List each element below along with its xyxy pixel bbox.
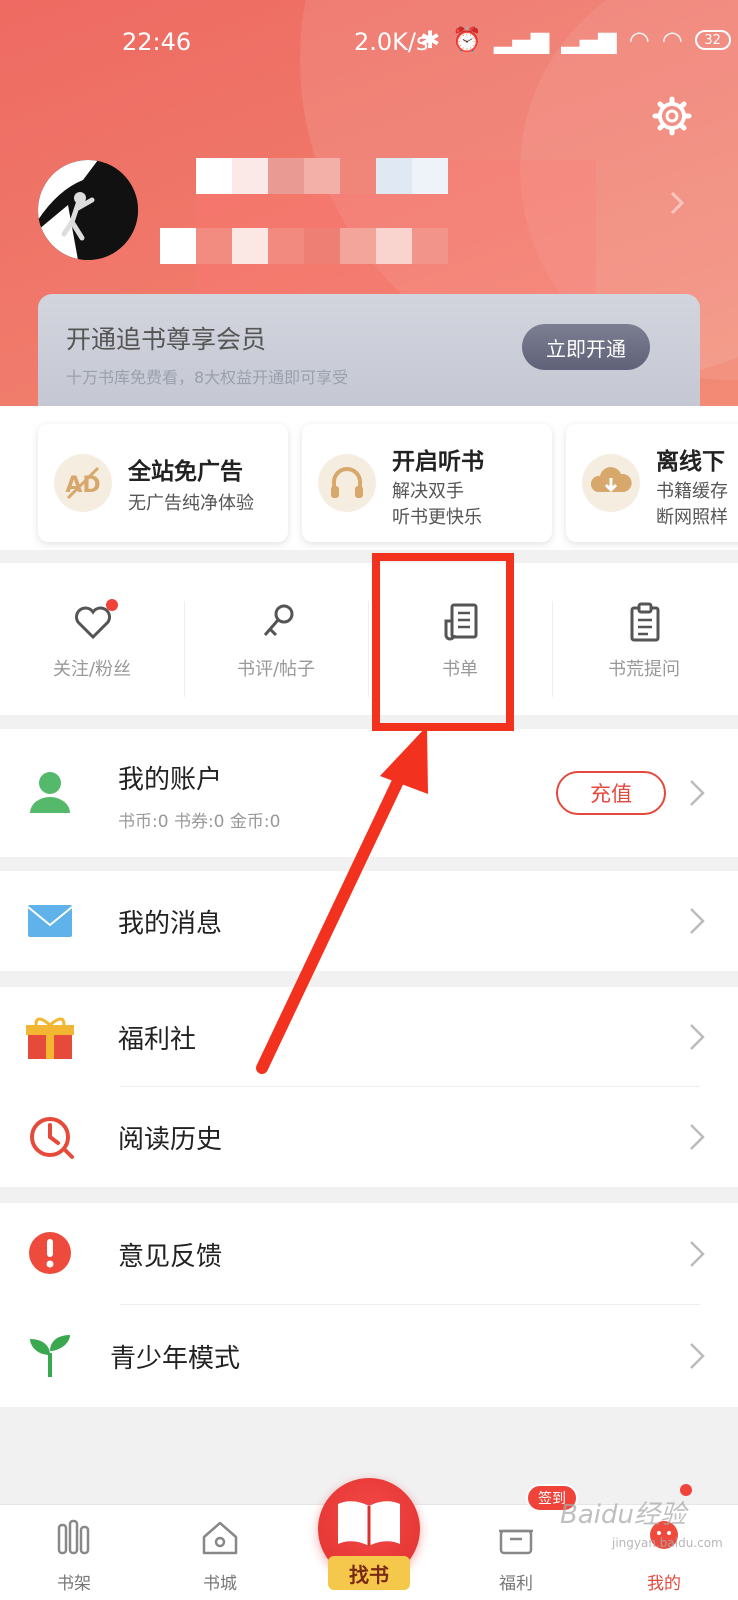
tab-label: 书城 xyxy=(203,1574,237,1594)
youth-mode-label: 青少年模式 xyxy=(110,1344,241,1374)
tab-label-active: 我的 xyxy=(647,1574,681,1594)
tab-welfare[interactable]: 福利 xyxy=(456,1505,576,1600)
clock-history-icon xyxy=(30,1117,74,1159)
account-title: 我的账户 xyxy=(118,765,223,795)
history-row[interactable]: 阅读历史 xyxy=(0,1087,738,1187)
account-row[interactable]: 我的账户 书币:0 书券:0 金币:0 充值 xyxy=(0,729,738,857)
feature-card-no-ads[interactable]: AD 全站免广告 无广告纯净体验 xyxy=(38,424,288,542)
feature-title: 离线下 xyxy=(656,449,725,475)
feedback-label: 意见反馈 xyxy=(118,1242,223,1272)
feature-desc: 断网照样 xyxy=(656,507,728,528)
feature-cards: AD 全站免广告 无广告纯净体验 开启听书 解决双手 听书更快乐 离线下 书籍缓… xyxy=(0,406,738,550)
recharge-button[interactable]: 充值 xyxy=(556,771,666,815)
tab-label: 书架 xyxy=(57,1574,91,1594)
feedback-row[interactable]: 意见反馈 xyxy=(0,1203,738,1305)
activate-vip-button[interactable]: 立即开通 xyxy=(522,324,650,370)
quick-action-label: 书荒提问 xyxy=(608,659,680,680)
chevron-right-icon xyxy=(690,1241,705,1267)
tab-bookstore[interactable]: 书城 xyxy=(160,1505,280,1600)
find-book-label[interactable]: 找书 xyxy=(328,1556,410,1590)
quick-action-follow[interactable]: 关注/粉丝 xyxy=(0,563,184,715)
alarm-icon: ⏰ xyxy=(452,26,482,54)
chevron-right-icon xyxy=(690,780,705,806)
welfare-history-group: 福利社 阅读历史 xyxy=(0,987,738,1187)
messages-row[interactable]: 我的消息 xyxy=(0,871,738,971)
chevron-right-icon xyxy=(690,908,705,934)
quick-action-label: 书评/帖子 xyxy=(236,659,316,680)
account-balances: 书币:0 书券:0 金币:0 xyxy=(118,812,281,832)
wifi-icon: ◠ xyxy=(628,26,650,54)
chevron-right-icon xyxy=(690,1124,705,1150)
feature-title: 全站免广告 xyxy=(128,459,243,485)
signal-icon: ▂▄▆ xyxy=(494,26,550,54)
vip-title: 开通追书尊享会员 xyxy=(66,325,267,354)
settings-gear-icon[interactable] xyxy=(652,96,692,136)
cloud-download-icon xyxy=(582,454,640,512)
tab-bookshelf[interactable]: 书架 xyxy=(14,1505,134,1600)
bluetooth-icon: ✱ xyxy=(420,26,441,54)
bookshelf-icon xyxy=(57,1519,90,1555)
feedback-youth-group: 意见反馈 青少年模式 xyxy=(0,1203,738,1407)
feature-desc: 书籍缓存 xyxy=(656,481,728,502)
wifi-icon: ◠ xyxy=(661,26,683,54)
gift-box-icon xyxy=(499,1529,533,1555)
feature-title: 开启听书 xyxy=(392,449,484,475)
exclamation-icon xyxy=(29,1232,71,1274)
history-label: 阅读历史 xyxy=(118,1125,223,1155)
welfare-row[interactable]: 福利社 xyxy=(0,987,738,1087)
feature-desc: 解决双手 xyxy=(392,481,464,502)
status-bar: 22:46 2.0K/s ✱ ⏰ ▂▄▆ ▂▄▆ ◠ ◠ 32 xyxy=(0,22,738,66)
status-speed: 2.0K/s xyxy=(354,28,429,56)
feature-desc: 无广告纯净体验 xyxy=(128,493,254,514)
feature-card-audiobook[interactable]: 开启听书 解决双手 听书更快乐 xyxy=(302,424,552,542)
headphones-icon xyxy=(318,454,376,512)
status-time: 22:46 xyxy=(122,28,192,56)
highlight-box xyxy=(372,553,514,731)
chevron-right-icon xyxy=(690,1024,705,1050)
climber-avatar-image xyxy=(38,160,138,260)
chevron-right-icon[interactable] xyxy=(664,190,690,216)
user-icon xyxy=(30,772,70,813)
youth-mode-row[interactable]: 青少年模式 xyxy=(0,1305,738,1407)
profile-header: 22:46 2.0K/s ✱ ⏰ ▂▄▆ ▂▄▆ ◠ ◠ 32 开通追书尊享会员… xyxy=(0,0,738,406)
watermark-url: jingyan.baidu.com xyxy=(612,1536,723,1550)
envelope-icon xyxy=(27,905,73,937)
welfare-label: 福利社 xyxy=(118,1025,197,1055)
status-icons: ✱ ⏰ ▂▄▆ ▂▄▆ ◠ ◠ 32 xyxy=(420,26,731,54)
avatar[interactable] xyxy=(38,160,138,260)
feature-card-offline[interactable]: 离线下 书籍缓存 断网照样 xyxy=(566,424,738,542)
home-icon xyxy=(202,1521,238,1555)
chevron-right-icon xyxy=(690,1343,705,1369)
ad-free-icon: AD xyxy=(54,454,112,512)
quick-action-reviews[interactable]: 书评/帖子 xyxy=(184,563,368,715)
vip-subtitle: 十万书库免费看，8大权益开通即可享受 xyxy=(66,368,349,387)
username-pixelated xyxy=(196,158,448,198)
gift-icon xyxy=(26,1017,74,1059)
feature-desc: 听书更快乐 xyxy=(392,507,482,528)
quick-actions: 关注/粉丝 书评/帖子 书单 书荒提问 xyxy=(0,563,738,715)
sprout-icon xyxy=(30,1335,70,1377)
quick-action-label: 关注/粉丝 xyxy=(52,659,132,680)
notification-dot xyxy=(106,599,118,611)
battery-icon: 32 xyxy=(694,30,731,50)
watermark-logo: Baidu经验 xyxy=(560,1500,686,1530)
quick-action-ask[interactable]: 书荒提问 xyxy=(552,563,736,715)
tab-label: 福利 xyxy=(499,1574,533,1594)
user-id-pixelated xyxy=(160,228,448,268)
vip-membership-card[interactable]: 开通追书尊享会员 十万书库免费看，8大权益开通即可享受 立即开通 xyxy=(38,294,700,406)
clipboard-icon xyxy=(630,602,660,642)
microphone-icon xyxy=(263,604,294,637)
signal-icon: ▂▄▆ xyxy=(561,26,617,54)
messages-label: 我的消息 xyxy=(118,909,223,939)
